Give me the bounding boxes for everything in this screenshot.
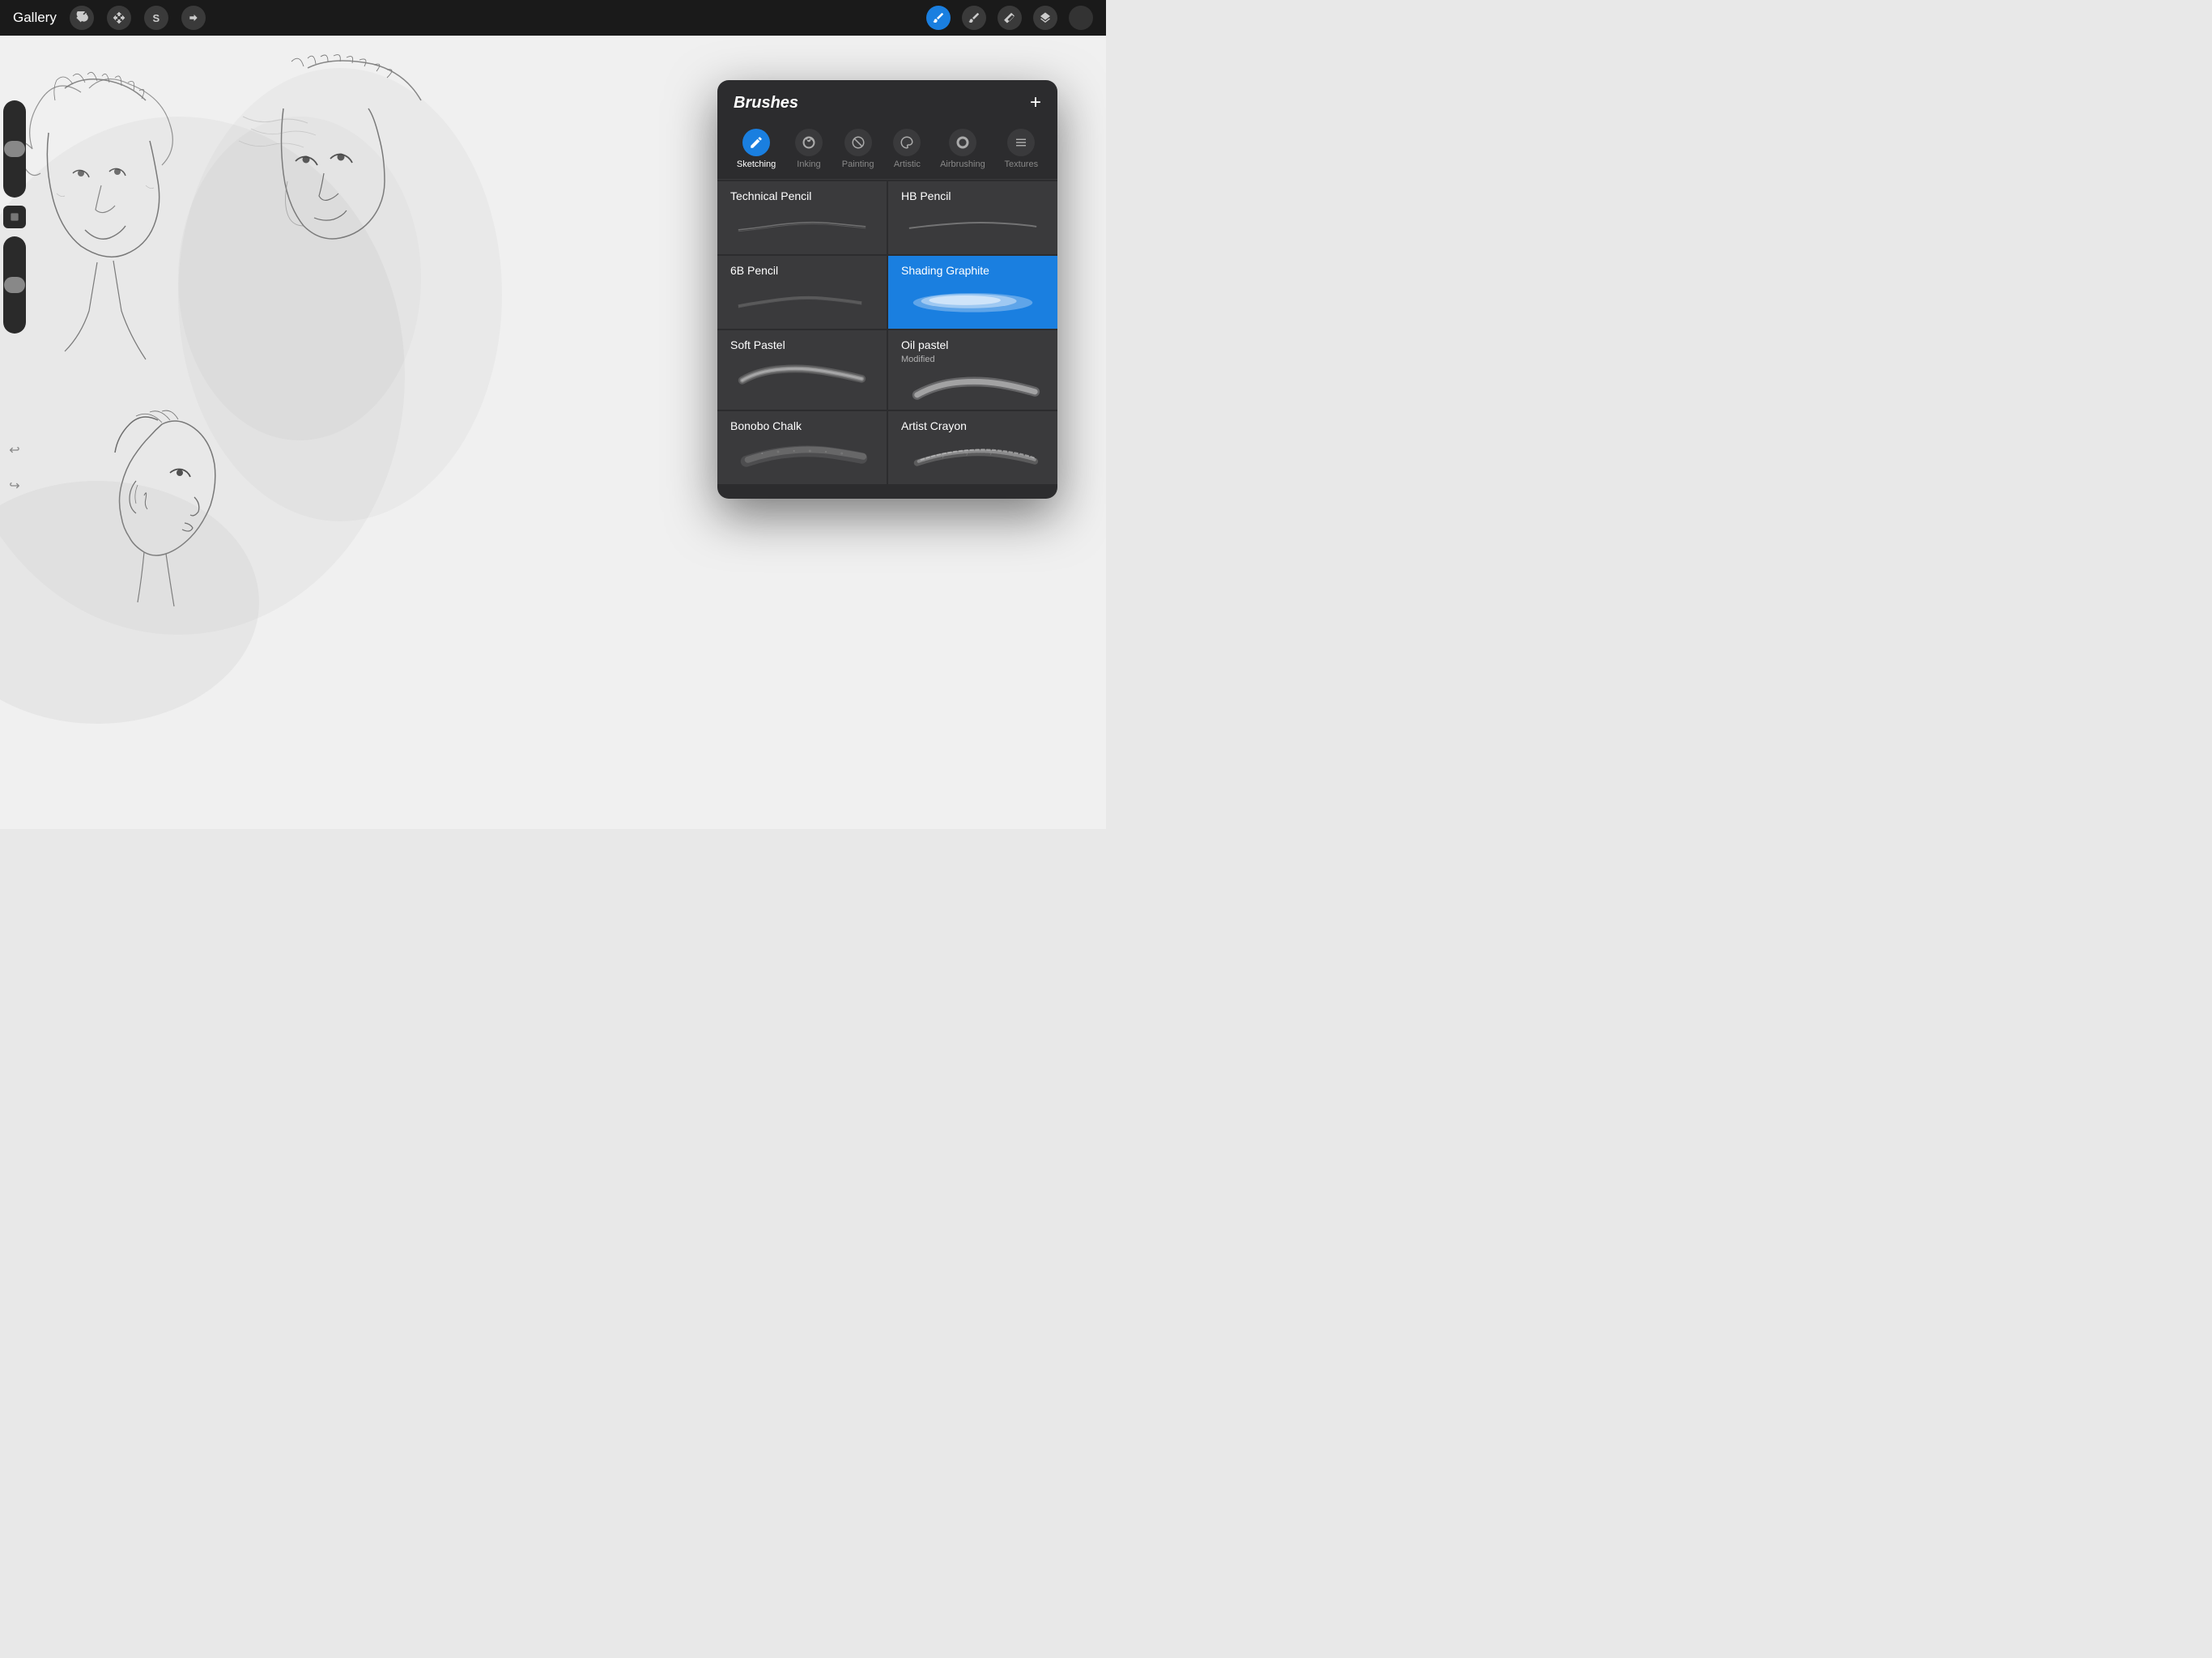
- brush-name: Bonobo Chalk: [730, 419, 874, 432]
- sketching-icon: [742, 129, 770, 156]
- redo-button[interactable]: ↪: [3, 474, 26, 497]
- toolbar-left: Gallery S: [13, 6, 206, 30]
- painting-icon: [844, 129, 872, 156]
- brush-item-bonobo-chalk[interactable]: Bonobo Chalk: [717, 411, 887, 484]
- brush-item-oil-pastel[interactable]: Oil pastel Modified: [888, 330, 1057, 410]
- sketch-artwork: [0, 36, 599, 829]
- add-brush-button[interactable]: +: [1030, 93, 1041, 113]
- brush-name: Soft Pastel: [730, 338, 874, 351]
- brush-stroke: [730, 206, 874, 240]
- tab-painting[interactable]: Painting: [836, 125, 881, 172]
- brush-name: 6B Pencil: [730, 264, 874, 277]
- layers-icon[interactable]: [1033, 6, 1057, 30]
- sketching-label: Sketching: [737, 159, 776, 169]
- textures-label: Textures: [1005, 159, 1039, 169]
- brush-item-hb-pencil[interactable]: HB Pencil: [888, 181, 1057, 254]
- textures-icon: [1007, 129, 1035, 156]
- category-tabs: Sketching Inking Painting: [717, 122, 1057, 180]
- brush-name: Oil pastel: [901, 338, 1044, 351]
- airbrushing-icon: [949, 129, 976, 156]
- color-square-button[interactable]: [3, 206, 26, 228]
- brush-name: Artist Crayon: [901, 419, 1044, 432]
- brush-list: Technical Pencil HB Pencil: [717, 180, 1057, 486]
- tab-inking[interactable]: Inking: [789, 125, 829, 172]
- opacity-thumb[interactable]: [4, 277, 25, 293]
- toolbar: Gallery S: [0, 0, 1106, 36]
- s-icon[interactable]: S: [144, 6, 168, 30]
- smudge-tool-icon[interactable]: [962, 6, 986, 30]
- brush-stroke: [901, 436, 1044, 470]
- transform-icon[interactable]: [107, 6, 131, 30]
- brush-modified: Modified: [901, 355, 1044, 364]
- brushes-header: Brushes +: [717, 80, 1057, 122]
- brush-item-soft-pastel[interactable]: Soft Pastel: [717, 330, 887, 410]
- brush-stroke: [901, 280, 1044, 314]
- brush-stroke: [901, 206, 1044, 240]
- avatar[interactable]: [1069, 6, 1093, 30]
- left-sidebar: ↩ ↪: [0, 100, 29, 497]
- undo-button[interactable]: ↩: [3, 439, 26, 461]
- airbrushing-label: Airbrushing: [940, 159, 985, 169]
- wrench-icon[interactable]: [70, 6, 94, 30]
- brush-item-technical-pencil[interactable]: Technical Pencil: [717, 181, 887, 254]
- brush-item-shading-graphite[interactable]: Shading Graphite: [888, 256, 1057, 329]
- inking-icon: [795, 129, 823, 156]
- opacity-slider[interactable]: [3, 236, 26, 334]
- tab-textures[interactable]: Textures: [998, 125, 1045, 172]
- painting-label: Painting: [842, 159, 874, 169]
- brush-tool-icon[interactable]: [926, 6, 951, 30]
- brush-size-thumb[interactable]: [4, 141, 25, 157]
- brush-stroke: [730, 355, 874, 389]
- inking-label: Inking: [797, 159, 820, 169]
- brush-stroke: [901, 369, 1044, 403]
- tab-artistic[interactable]: Artistic: [887, 125, 927, 172]
- tab-airbrushing[interactable]: Airbrushing: [934, 125, 992, 172]
- tab-sketching[interactable]: Sketching: [730, 125, 782, 172]
- brush-item-artist-crayon[interactable]: Artist Crayon: [888, 411, 1057, 484]
- brushes-panel: Brushes + Sketching I: [717, 80, 1057, 499]
- brush-size-slider[interactable]: [3, 100, 26, 198]
- gallery-button[interactable]: Gallery: [13, 10, 57, 26]
- brush-name: Shading Graphite: [901, 264, 1044, 277]
- artistic-label: Artistic: [894, 159, 921, 169]
- canvas-area: ↩ ↪ Brushes + Sketching: [0, 36, 1106, 829]
- brush-name: Technical Pencil: [730, 189, 874, 202]
- artistic-icon: [893, 129, 921, 156]
- brushes-title: Brushes: [734, 94, 798, 113]
- brush-stroke: [730, 280, 874, 314]
- brush-item-6b-pencil[interactable]: 6B Pencil: [717, 256, 887, 329]
- arrow-icon[interactable]: [181, 6, 206, 30]
- eraser-tool-icon[interactable]: [998, 6, 1022, 30]
- brush-name: HB Pencil: [901, 189, 1044, 202]
- brush-stroke: [730, 436, 874, 470]
- toolbar-right: [926, 6, 1093, 30]
